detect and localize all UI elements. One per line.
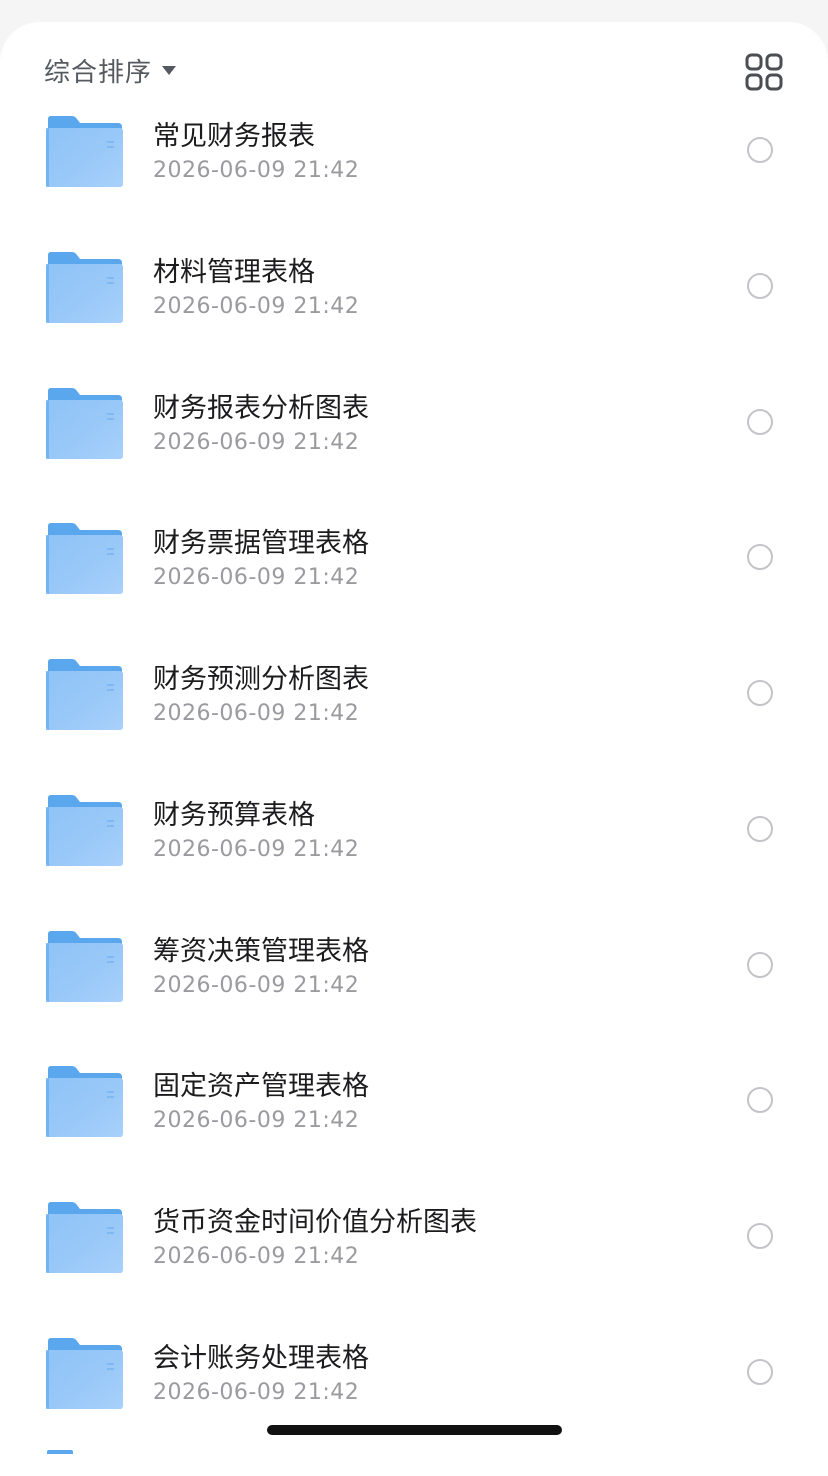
file-row[interactable]: 财务预算表格 2026-06-09 21:42 xyxy=(0,795,828,931)
file-date: 2026-06-09 21:42 xyxy=(153,430,360,455)
file-date: 2026-06-09 21:42 xyxy=(153,837,360,862)
file-list-sheet: 常见财务报表 2026-06-09 21:42 材料管理表格 2026-06-09 2… xyxy=(0,22,828,1476)
select-radio[interactable] xyxy=(747,1359,773,1385)
file-row[interactable]: 会计账务处理表格 2026-06-09 21:42 xyxy=(0,1338,828,1474)
select-radio[interactable] xyxy=(747,409,773,435)
file-date: 2026-06-09 21:42 xyxy=(153,565,360,590)
file-row[interactable]: 财务票据管理表格 2026-06-09 21:42 xyxy=(0,523,828,659)
file-name: 财务票据管理表格 xyxy=(153,528,369,559)
select-radio[interactable] xyxy=(747,544,773,570)
folder-icon xyxy=(44,1338,126,1412)
file-name: 会计账务处理表格 xyxy=(153,1343,369,1374)
folder-icon xyxy=(44,523,126,597)
file-row[interactable]: 常见财务报表 2026-06-09 21:42 xyxy=(0,116,828,252)
file-name: 常见财务报表 xyxy=(153,121,315,152)
sort-dropdown[interactable]: 综合排序 xyxy=(44,50,177,90)
folder-icon xyxy=(44,252,126,326)
file-name: 财务预测分析图表 xyxy=(153,664,369,695)
file-name: 财务报表分析图表 xyxy=(153,393,369,424)
file-row[interactable]: 财务报表分析图表 2026-06-09 21:42 xyxy=(0,388,828,524)
file-name: 固定资产管理表格 xyxy=(153,1071,369,1102)
sort-label: 综合排序 xyxy=(44,57,153,88)
file-date: 2026-06-09 21:42 xyxy=(153,294,360,319)
select-radio[interactable] xyxy=(747,680,773,706)
file-row[interactable]: 材料管理表格 2026-06-09 21:42 xyxy=(0,252,828,388)
file-date: 2026-06-09 21:42 xyxy=(153,973,360,998)
file-name: 材料管理表格 xyxy=(153,257,315,288)
file-name: 筹资决策管理表格 xyxy=(153,936,369,967)
partial-folder-icon xyxy=(47,1450,73,1454)
folder-icon xyxy=(44,659,126,733)
file-name: 货币资金时间价值分析图表 xyxy=(153,1207,477,1238)
folder-icon xyxy=(44,116,126,190)
folder-icon xyxy=(44,795,126,869)
file-row[interactable]: 固定资产管理表格 2026-06-09 21:42 xyxy=(0,1066,828,1202)
list-toolbar: 综合排序 xyxy=(0,22,828,114)
file-row[interactable]: 筹资决策管理表格 2026-06-09 21:42 xyxy=(0,931,828,1067)
folder-icon xyxy=(44,1066,126,1140)
file-row[interactable]: 财务预测分析图表 2026-06-09 21:42 xyxy=(0,659,828,795)
caret-down-icon xyxy=(162,65,177,75)
file-row[interactable]: 货币资金时间价值分析图表 2026-06-09 21:42 xyxy=(0,1202,828,1338)
file-date: 2026-06-09 21:42 xyxy=(153,1380,360,1405)
grid-view-icon[interactable] xyxy=(744,52,784,92)
select-radio[interactable] xyxy=(747,1223,773,1249)
folder-icon xyxy=(44,1202,126,1276)
folder-icon xyxy=(44,931,126,1005)
select-radio[interactable] xyxy=(747,273,773,299)
file-date: 2026-06-09 21:42 xyxy=(153,158,360,183)
file-date: 2026-06-09 21:42 xyxy=(153,1244,360,1269)
select-radio[interactable] xyxy=(747,1087,773,1113)
file-date: 2026-06-09 21:42 xyxy=(153,1108,360,1133)
select-radio[interactable] xyxy=(747,952,773,978)
file-name: 财务预算表格 xyxy=(153,800,315,831)
select-radio[interactable] xyxy=(747,816,773,842)
home-indicator[interactable] xyxy=(267,1425,562,1435)
file-date: 2026-06-09 21:42 xyxy=(153,701,360,726)
folder-icon xyxy=(44,388,126,462)
select-radio[interactable] xyxy=(747,137,773,163)
